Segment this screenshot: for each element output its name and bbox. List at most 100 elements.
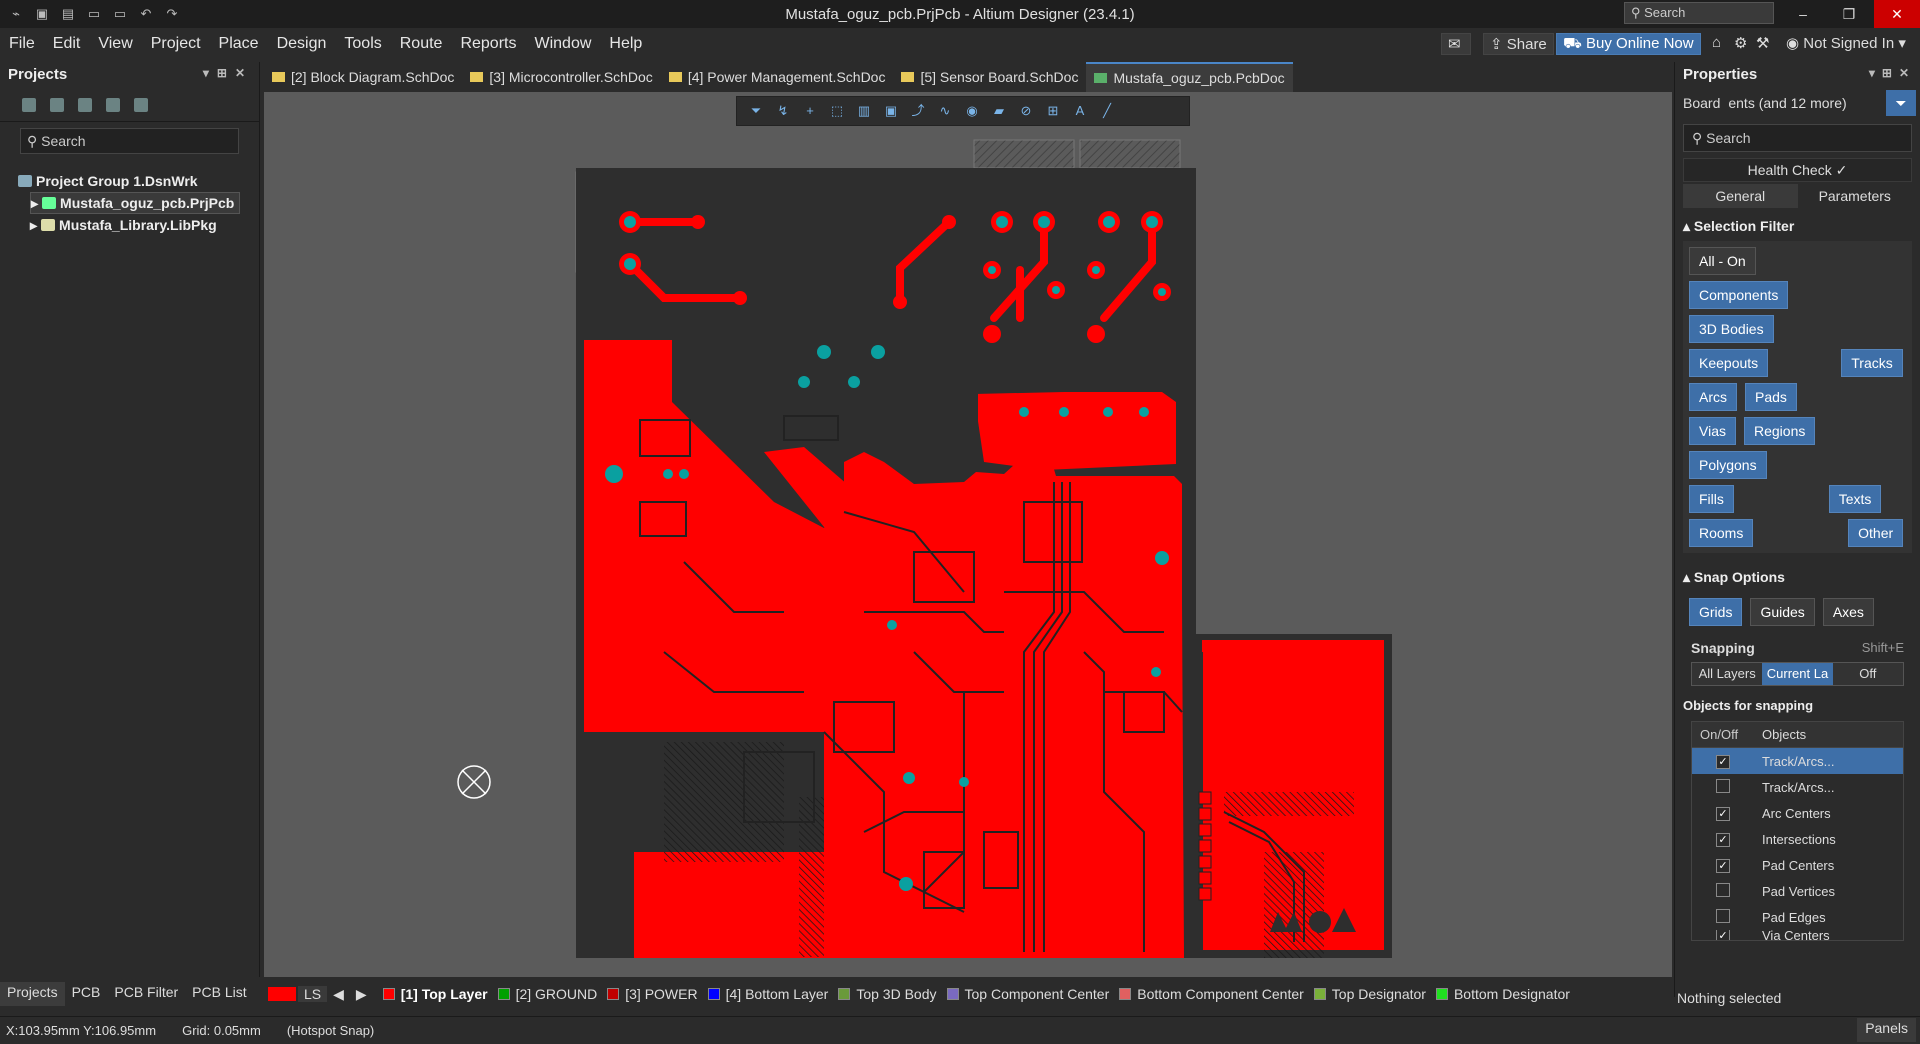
menu-route[interactable]: Route [391, 35, 452, 53]
tab-pcb-doc[interactable]: Mustafa_oguz_pcb.PcbDoc [1086, 62, 1293, 92]
compile-icon[interactable] [50, 97, 64, 112]
via-icon[interactable]: ◉ [965, 104, 979, 118]
maximize-button[interactable]: ❐ [1826, 0, 1872, 28]
filter-arcs[interactable]: Arcs [1689, 383, 1737, 411]
filter-rooms[interactable]: Rooms [1689, 519, 1754, 547]
filter-regions[interactable]: Regions [1743, 417, 1816, 445]
share-button[interactable]: ⇪ Share [1483, 33, 1554, 55]
filter-icon[interactable]: ⏷ [1886, 90, 1916, 116]
table-row[interactable]: Pad Edges [1692, 904, 1903, 930]
menu-place[interactable]: Place [210, 35, 268, 53]
route-icon[interactable]: ↯ [776, 104, 790, 118]
checkbox[interactable]: ✓ [1716, 755, 1730, 769]
checkbox[interactable]: ✓ [1716, 833, 1730, 847]
filter-all-on[interactable]: All - On [1689, 247, 1756, 275]
filter-texts[interactable]: Texts [1828, 485, 1882, 513]
filter-fills[interactable]: Fills [1689, 485, 1734, 513]
table-row[interactable]: ✓ Pad Centers [1692, 852, 1903, 878]
tab-general[interactable]: General [1683, 184, 1798, 208]
layer-tab-top-designator[interactable]: Top Designator [1332, 986, 1426, 1002]
open-project-icon[interactable] [78, 97, 92, 112]
menu-edit[interactable]: Edit [44, 35, 90, 53]
layer-tab-ground[interactable]: [2] GROUND [516, 986, 598, 1002]
dimension-icon[interactable]: ⊞ [1046, 104, 1060, 118]
layer-tab-top[interactable]: [1] Top Layer [401, 986, 488, 1002]
tree-item-pcb-project[interactable]: ▸ Mustafa_oguz_pcb.PrjPcb [30, 192, 240, 214]
snap-off[interactable]: Off [1832, 663, 1903, 685]
menu-view[interactable]: View [89, 35, 141, 53]
projects-search-input[interactable]: ⚲ Search [20, 128, 239, 154]
table-row[interactable]: Pad Vertices [1692, 878, 1903, 904]
component-icon[interactable]: ▣ [884, 104, 898, 118]
keepout-icon[interactable]: ⊘ [1019, 104, 1033, 118]
menu-project[interactable]: Project [142, 35, 210, 53]
layer-tab-bottom-designator[interactable]: Bottom Designator [1454, 986, 1570, 1002]
checkbox[interactable] [1716, 908, 1730, 923]
panel-controls-icon[interactable]: ▾⊞✕ [203, 66, 253, 80]
snap-axes-button[interactable]: Axes [1822, 598, 1874, 626]
layer-set-button[interactable]: LS [298, 986, 328, 1002]
filter-tracks[interactable]: Tracks [1841, 349, 1903, 377]
close-button[interactable]: ✕ [1874, 0, 1920, 28]
align-icon[interactable]: ▥ [857, 104, 871, 118]
redo-icon[interactable]: ↷ [164, 6, 180, 22]
layer-tab-bottom[interactable]: [4] Bottom Layer [726, 986, 829, 1002]
tab-pcb-filter-panel[interactable]: PCB Filter [107, 982, 185, 1006]
checkbox[interactable] [1716, 882, 1730, 897]
checkbox[interactable] [1716, 778, 1730, 793]
snap-grids-button[interactable]: Grids [1689, 598, 1743, 626]
global-search-input[interactable]: ⚲ Search [1624, 2, 1774, 24]
filter-polygons[interactable]: Polygons [1689, 451, 1767, 479]
tab-power-management[interactable]: [4] Power Management.SchDoc [661, 62, 894, 92]
menu-file[interactable]: File [0, 35, 44, 53]
save-icon[interactable]: ▣ [34, 6, 50, 22]
tab-projects-panel[interactable]: Projects [0, 982, 65, 1006]
layer-tab-bottom-comp-center[interactable]: Bottom Component Center [1137, 986, 1304, 1002]
checkbox[interactable]: ✓ [1716, 930, 1730, 940]
home-icon[interactable]: ⌂ [1706, 33, 1727, 55]
snap-current-layer[interactable]: Current La [1762, 663, 1833, 685]
panel-controls-icon[interactable]: ▾⊞✕ [1869, 66, 1916, 80]
filter-pads[interactable]: Pads [1745, 383, 1797, 411]
table-row[interactable]: ✓ Intersections [1692, 826, 1903, 852]
polygon-icon[interactable]: ▰ [992, 104, 1006, 118]
filter-vias[interactable]: Vias [1689, 417, 1736, 445]
table-row[interactable]: ✓ Track/Arcs... [1692, 748, 1903, 774]
health-check-button[interactable]: Health Check ✓ [1683, 158, 1912, 182]
wrench-icon[interactable]: ⚒ [1750, 33, 1775, 55]
pcb-editor-canvas[interactable]: ⏷ ↯ + ⬚ ▥ ▣ ⤴ ∿ ◉ ▰ ⊘ ⊞ A ╱ [264, 92, 1672, 977]
filter-components[interactable]: Components [1689, 281, 1789, 309]
open-project-icon[interactable]: ▭ [112, 6, 128, 22]
filter-3d-bodies[interactable]: 3D Bodies [1689, 315, 1774, 343]
diff-pair-icon[interactable]: ∿ [938, 104, 952, 118]
layer-next-icon[interactable]: ▶ [350, 986, 373, 1003]
layer-prev-icon[interactable]: ◀ [327, 986, 350, 1003]
checkbox[interactable]: ✓ [1716, 859, 1730, 873]
tree-item-library[interactable]: ▸ Mustafa_Library.LibPkg [30, 214, 241, 236]
table-row[interactable]: ✓ Via Centers [1692, 930, 1903, 940]
menu-help[interactable]: Help [600, 35, 651, 53]
tab-block-diagram[interactable]: [2] Block Diagram.SchDoc [264, 62, 462, 92]
tab-microcontroller[interactable]: [3] Microcontroller.SchDoc [462, 62, 660, 92]
tab-pcb-panel[interactable]: PCB [65, 982, 108, 1006]
save-all-icon[interactable]: ▤ [60, 6, 76, 22]
select-rect-icon[interactable]: ⬚ [830, 104, 844, 118]
open-folder-icon[interactable]: ▭ [86, 6, 102, 22]
menu-reports[interactable]: Reports [451, 35, 525, 53]
tab-parameters[interactable]: Parameters [1798, 184, 1913, 208]
buy-online-button[interactable]: ⛟ Buy Online Now [1556, 33, 1701, 55]
add-icon[interactable] [106, 97, 120, 112]
menu-tools[interactable]: Tools [335, 35, 390, 53]
filter-keepouts[interactable]: Keepouts [1689, 349, 1769, 377]
pcb-layout[interactable] [264, 92, 1672, 977]
project-options-icon[interactable] [134, 97, 148, 112]
tab-sensor-board[interactable]: [5] Sensor Board.SchDoc [893, 62, 1086, 92]
line-icon[interactable]: ╱ [1100, 104, 1114, 118]
checkbox[interactable]: ✓ [1716, 807, 1730, 821]
menu-window[interactable]: Window [525, 35, 600, 53]
notifications-icon[interactable]: ✉ [1441, 33, 1471, 55]
snap-all-layers[interactable]: All Layers [1692, 663, 1763, 685]
add-icon[interactable]: + [803, 104, 817, 118]
properties-search-input[interactable]: ⚲ Search [1683, 124, 1912, 152]
save-project-icon[interactable] [22, 97, 36, 112]
